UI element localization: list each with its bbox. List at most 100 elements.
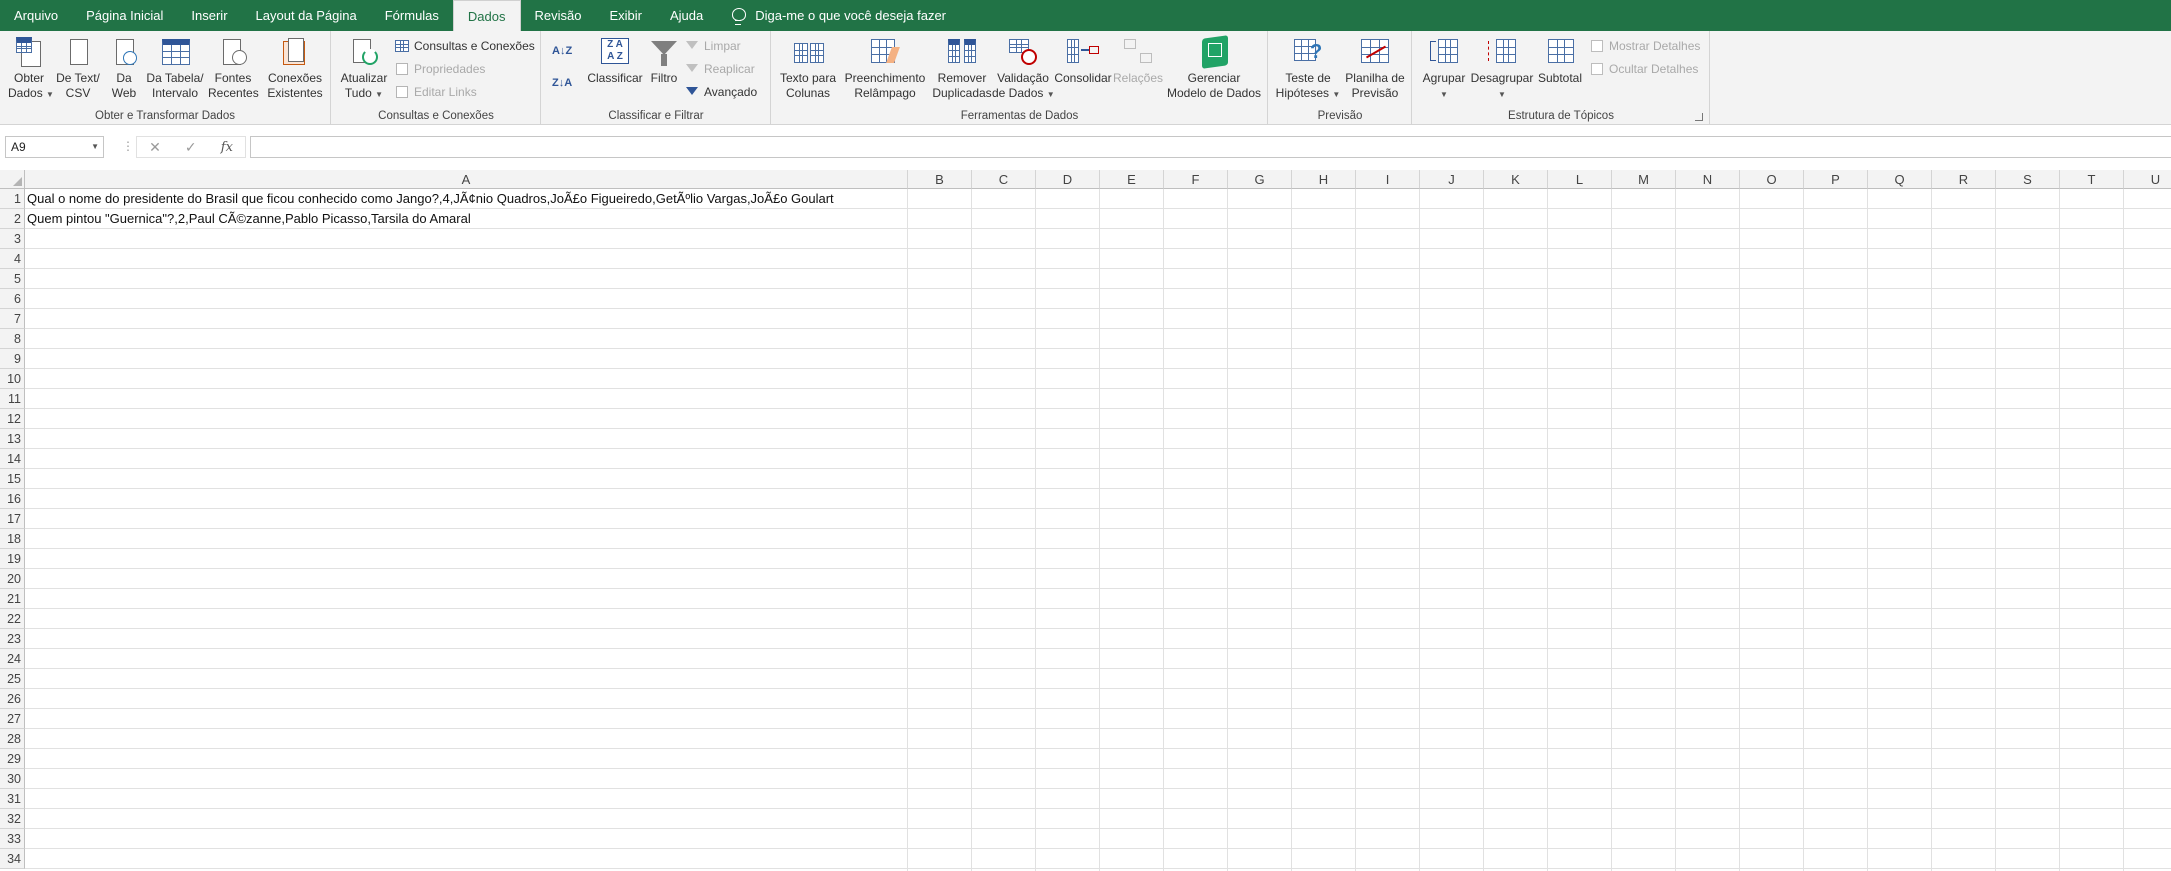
grid-row[interactable] — [25, 309, 2171, 329]
column-header-b[interactable]: B — [908, 170, 972, 189]
column-header-r[interactable]: R — [1932, 170, 1996, 189]
grid-row[interactable] — [25, 389, 2171, 409]
subtotal-button[interactable]: Subtotal — [1533, 35, 1587, 86]
row-header-16[interactable]: 16 — [0, 489, 25, 509]
tab-inserir[interactable]: Inserir — [177, 0, 241, 31]
consolidar-button[interactable]: Consolidar — [1052, 35, 1114, 86]
row-header-27[interactable]: 27 — [0, 709, 25, 729]
insert-function-button[interactable]: fx — [221, 140, 233, 155]
grid-row[interactable] — [25, 769, 2171, 789]
agrupar-button[interactable]: Agrupar ▼ — [1419, 35, 1469, 102]
column-header-i[interactable]: I — [1356, 170, 1420, 189]
de-texto-csv-button[interactable]: De Text/ CSV — [53, 35, 103, 101]
grid-row[interactable] — [25, 689, 2171, 709]
grid-row[interactable] — [25, 589, 2171, 609]
conexoes-existentes-button[interactable]: Conexões Existentes — [266, 35, 324, 101]
grid-row[interactable] — [25, 729, 2171, 749]
row-header-31[interactable]: 31 — [0, 789, 25, 809]
mostrar-detalhes-button[interactable]: Mostrar Detalhes — [1589, 36, 1700, 56]
texto-para-colunas-button[interactable]: Texto para Colunas — [778, 35, 838, 101]
row-header-3[interactable]: 3 — [0, 229, 25, 249]
sort-z-to-a-button[interactable]: Z↓A — [552, 73, 572, 93]
grid-row[interactable] — [25, 429, 2171, 449]
row-header-17[interactable]: 17 — [0, 509, 25, 529]
row-header-10[interactable]: 10 — [0, 369, 25, 389]
column-header-h[interactable]: H — [1292, 170, 1356, 189]
column-header-m[interactable]: M — [1612, 170, 1676, 189]
grid-row[interactable] — [25, 229, 2171, 249]
row-header-26[interactable]: 26 — [0, 689, 25, 709]
grid-row[interactable] — [25, 449, 2171, 469]
tab-layout-da-pagina[interactable]: Layout da Página — [242, 0, 371, 31]
planilha-de-previsao-button[interactable]: Planilha de Previsão — [1343, 35, 1407, 101]
column-header-s[interactable]: S — [1996, 170, 2060, 189]
enter-check-icon[interactable]: ✓ — [185, 139, 197, 156]
preenchimento-relampago-button[interactable]: Preenchimento Relâmpago — [840, 35, 930, 101]
consultas-conexoes-button[interactable]: Consultas e Conexões — [394, 36, 535, 56]
grid-row[interactable] — [25, 529, 2171, 549]
atualizar-tudo-button[interactable]: Atualizar Tudo ▼ — [338, 35, 390, 102]
chevron-down-icon[interactable]: ▼ — [91, 137, 99, 157]
teste-de-hipoteses-button[interactable]: ? Teste de Hipóteses ▼ — [1275, 35, 1341, 102]
row-header-20[interactable]: 20 — [0, 569, 25, 589]
cell-a1[interactable]: Qual o nome do presidente do Brasil que … — [27, 189, 834, 209]
propriedades-button[interactable]: Propriedades — [394, 59, 485, 79]
tab-arquivo[interactable]: Arquivo — [0, 0, 72, 31]
row-header-19[interactable]: 19 — [0, 549, 25, 569]
row-header-34[interactable]: 34 — [0, 849, 25, 869]
grid-row[interactable] — [25, 269, 2171, 289]
fontes-recentes-button[interactable]: Fontes Recentes — [208, 35, 259, 101]
reaplicar-button[interactable]: Reaplicar — [684, 59, 755, 79]
grid-row[interactable] — [25, 289, 2171, 309]
row-header-23[interactable]: 23 — [0, 629, 25, 649]
ocultar-detalhes-button[interactable]: Ocultar Detalhes — [1589, 59, 1698, 79]
row-header-14[interactable]: 14 — [0, 449, 25, 469]
tab-exibir[interactable]: Exibir — [595, 0, 656, 31]
row-header-5[interactable]: 5 — [0, 269, 25, 289]
grid-row[interactable] — [25, 549, 2171, 569]
column-header-a[interactable]: A — [25, 170, 908, 189]
row-header-33[interactable]: 33 — [0, 829, 25, 849]
da-web-button[interactable]: Da Web — [106, 35, 142, 101]
grid-row[interactable] — [25, 369, 2171, 389]
row-header-28[interactable]: 28 — [0, 729, 25, 749]
grid-row[interactable] — [25, 849, 2171, 869]
row-header-18[interactable]: 18 — [0, 529, 25, 549]
row-header-1[interactable]: 1 — [0, 189, 25, 209]
row-header-13[interactable]: 13 — [0, 429, 25, 449]
tab-dados[interactable]: Dados — [452, 0, 521, 31]
sort-a-to-z-button[interactable]: A↓Z — [552, 41, 572, 61]
cell-a2[interactable]: Quem pintou "Guernica"?,2,Paul CÃ©zanne,… — [27, 209, 471, 229]
grid-row[interactable] — [25, 829, 2171, 849]
column-header-g[interactable]: G — [1228, 170, 1292, 189]
desagrupar-button[interactable]: Desagrupar ▼ — [1469, 35, 1535, 102]
avancado-button[interactable]: Avançado — [684, 82, 757, 102]
validacao-de-dados-button[interactable]: Validação de Dados ▼ — [992, 35, 1055, 102]
obter-dados-button[interactable]: Obter Dados ▼ — [8, 35, 54, 102]
gerenciar-modelo-dados-button[interactable]: Gerenciar Modelo de Dados — [1164, 35, 1264, 101]
row-header-9[interactable]: 9 — [0, 349, 25, 369]
row-header-2[interactable]: 2 — [0, 209, 25, 229]
grid-row[interactable] — [25, 349, 2171, 369]
row-header-4[interactable]: 4 — [0, 249, 25, 269]
row-header-6[interactable]: 6 — [0, 289, 25, 309]
da-tabela-intervalo-button[interactable]: Da Tabela/ Intervalo — [146, 35, 204, 101]
row-header-29[interactable]: 29 — [0, 749, 25, 769]
column-header-j[interactable]: J — [1420, 170, 1484, 189]
tab-pagina-inicial[interactable]: Página Inicial — [72, 0, 177, 31]
column-header-f[interactable]: F — [1164, 170, 1228, 189]
row-header-25[interactable]: 25 — [0, 669, 25, 689]
classificar-button[interactable]: Z AA Z Classificar — [584, 35, 646, 86]
column-header-n[interactable]: N — [1676, 170, 1740, 189]
grid-row[interactable] — [25, 709, 2171, 729]
grid-row[interactable] — [25, 489, 2171, 509]
name-box[interactable]: A9 ▼ — [5, 136, 104, 158]
remover-duplicadas-button[interactable]: Remover Duplicadas — [930, 35, 994, 101]
tab-ajuda[interactable]: Ajuda — [656, 0, 717, 31]
row-header-22[interactable]: 22 — [0, 609, 25, 629]
worksheet-grid[interactable]: A B C D E F G H I J K L M N O P Q R S T U 1 2 3 4 5 6 7 8 9 10 11 12 13 14… — [0, 170, 2171, 871]
tab-formulas[interactable]: Fórmulas — [371, 0, 453, 31]
tab-revisao[interactable]: Revisão — [521, 0, 596, 31]
filtro-button[interactable]: Filtro — [642, 35, 686, 86]
column-header-t[interactable]: T — [2060, 170, 2124, 189]
